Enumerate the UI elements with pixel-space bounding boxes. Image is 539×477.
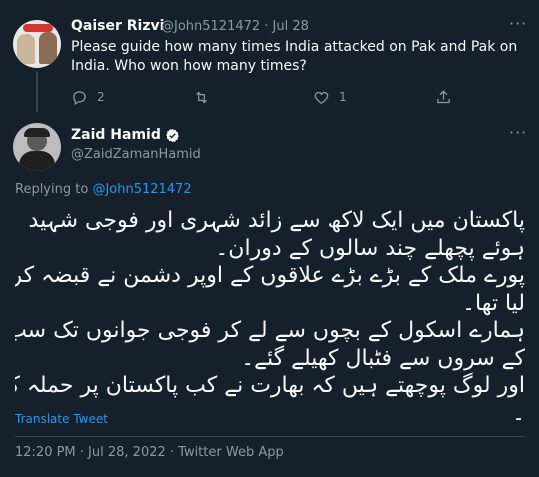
share-button[interactable] <box>435 88 452 106</box>
replying-to-link[interactable]: @John5121472 <box>92 182 191 197</box>
like-count: 1 <box>339 90 347 104</box>
like-button[interactable]: 1 <box>313 88 347 106</box>
main-author-name-row[interactable]: Zaid Hamid <box>71 127 180 143</box>
share-icon <box>437 89 450 103</box>
reply-tweet[interactable]: Qaiser Rizvi @John5121472 · Jul 28 ··· P… <box>0 0 539 115</box>
divider <box>15 436 525 437</box>
reply-author-name[interactable]: Qaiser Rizvi <box>71 18 164 34</box>
tweet-line: ہوئے پچھلے چند سالوں کے دوران۔ <box>215 235 525 261</box>
main-author-handle[interactable]: @ZaidZamanHamid <box>71 147 201 162</box>
main-tweet: Zaid Hamid @ZaidZamanHamid ··· Replying … <box>0 115 539 477</box>
reply-tweet-text: Please guide how many times India attack… <box>71 39 518 74</box>
replying-to: Replying to @John5121472 <box>15 182 192 197</box>
reply-more-icon[interactable]: ··· <box>509 14 527 33</box>
tweet-timestamp[interactable]: 12:20 PM · Jul 28, 2022 · Twitter Web Ap… <box>15 445 284 460</box>
tweet-line: اور لوگ پوچھتے ہیں کہ بھارت نے کب پاکستا… <box>15 373 525 398</box>
tweet-line: پاکستان میں ایک لاکھ سے زائد شہری اور فو… <box>28 208 525 233</box>
reply-author-avatar[interactable] <box>13 20 61 68</box>
translate-tweet-link[interactable]: Translate Tweet <box>15 412 108 426</box>
reply-icon <box>73 90 86 105</box>
reply-handle-date[interactable]: @John5121472 · Jul 28 <box>161 19 309 34</box>
main-tweet-text: پاکستان میں ایک لاکھ سے زائد شہری اور فو… <box>15 207 525 427</box>
verified-badge-icon <box>166 128 179 142</box>
tweet-line: لیا تھا۔ <box>462 290 525 316</box>
reply-count: 2 <box>97 90 105 104</box>
main-more-icon[interactable]: ··· <box>509 123 527 142</box>
retweet-icon <box>196 91 207 103</box>
reply-button[interactable]: 2 <box>71 88 105 106</box>
retweet-button[interactable] <box>193 88 219 106</box>
replying-prefix: Replying to <box>15 182 93 197</box>
tweet-line: پورے ملک کے بڑے بڑے علاقوں کے اوپر دشمن … <box>15 263 525 288</box>
tweet-line: کے سروں سے فٹبال کھیلے گئے۔ <box>241 345 525 371</box>
thread-connector-line <box>36 72 38 112</box>
main-author-name[interactable]: Zaid Hamid <box>71 127 161 143</box>
main-author-avatar[interactable] <box>13 123 61 171</box>
tweet-line: ہمارے اسکول کے بچوں سے لے کر فوجی جوانوں… <box>15 318 525 343</box>
like-icon <box>314 91 329 104</box>
